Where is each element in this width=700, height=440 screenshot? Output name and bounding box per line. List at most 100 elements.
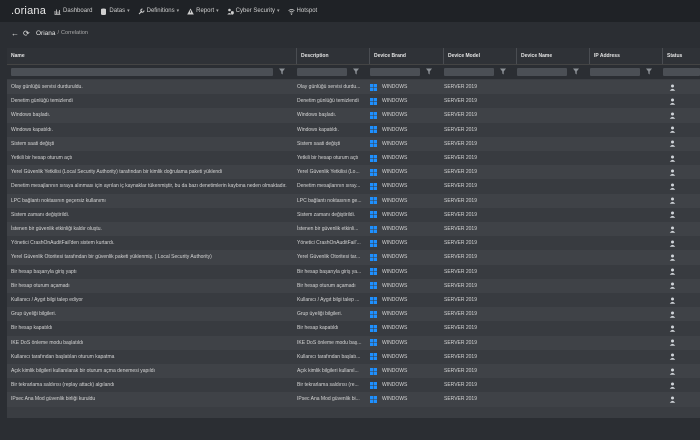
ip-address-filter-input[interactable] (590, 68, 640, 76)
nav-datas[interactable]: Datas ▾ (100, 8, 130, 15)
table-row[interactable]: Sistem zamanı değiştirildi. Sistem zamanı… (7, 207, 700, 222)
table-row[interactable]: Denetim günlüğü temizlendi Denetim günlüğ… (7, 94, 700, 109)
nav-definitions[interactable]: Definitions ▾ (138, 8, 179, 15)
refresh-icon[interactable]: ⟳ (23, 29, 33, 38)
table-row[interactable]: Kullanıcı / Aygıt bilgi talep ediyor Kull… (7, 293, 700, 308)
cell-status[interactable] (669, 350, 689, 364)
table-row[interactable]: Yetkili bir hesap oturum açtı Yetkili bir… (7, 151, 700, 166)
cell-device-brand: WINDOWS (370, 236, 441, 250)
cell-name: Windows kapatıldı. (11, 126, 53, 133)
cell-status[interactable] (669, 194, 689, 208)
filter-row (7, 65, 700, 79)
column-header-ip-address[interactable]: IP Address (589, 48, 662, 64)
cell-status[interactable] (669, 123, 689, 137)
status-filter-input[interactable] (663, 68, 700, 76)
nav-report[interactable]: Report ▾ (187, 8, 219, 15)
table-row[interactable]: Windows kapatıldı. Windows kapatıldı. WIND… (7, 122, 700, 137)
table-row[interactable]: Bir tekrarlama saldırısı (replay attack)… (7, 378, 700, 393)
cell-status[interactable] (669, 80, 689, 94)
breadcrumb-app[interactable]: Oriana (36, 30, 56, 37)
cell-status[interactable] (669, 321, 689, 335)
cell-device-model: SERVER 2019 (444, 140, 477, 147)
device-name-filter-input[interactable] (517, 68, 567, 76)
table-row[interactable]: Yerel Güvenlik Otoritesi tarafından bir … (7, 250, 700, 265)
nav-hotspot[interactable]: Hotspot (287, 8, 317, 15)
cell-status[interactable] (669, 392, 689, 406)
column-header-name[interactable]: Name (7, 48, 296, 64)
windows-logo-icon (370, 225, 377, 233)
user-status-icon (669, 382, 676, 389)
cell-status[interactable] (669, 378, 689, 392)
device-brand-text: WINDOWS (382, 98, 408, 105)
table-row[interactable]: Bir hesap oturum açamadı Bir hesap oturum… (7, 278, 700, 293)
cell-status[interactable] (669, 137, 689, 151)
cell-device-model: SERVER 2019 (444, 211, 477, 218)
table-row[interactable]: Olay günlüğü servisi durduruldu. Olay gün… (7, 80, 700, 95)
filter-icon[interactable] (426, 68, 432, 75)
cell-status[interactable] (669, 179, 689, 193)
table-row[interactable]: LPC bağlantı noktasının geçersiz kullanı… (7, 193, 700, 208)
table-row[interactable]: Bir hesap kapatıldı Bir hesap kapatıldı WI… (7, 321, 700, 336)
cell-status[interactable] (669, 151, 689, 165)
cell-status[interactable] (669, 165, 689, 179)
windows-logo-icon (370, 339, 377, 347)
column-header-description[interactable]: Description (296, 48, 369, 64)
filter-icon[interactable] (353, 68, 359, 75)
app-logo[interactable]: .oriana (11, 5, 46, 17)
table-row[interactable]: Yerel Güvenlik Yetkilisi (Local Security… (7, 165, 700, 180)
cell-status[interactable] (669, 307, 689, 321)
table-row[interactable]: Sistem saati değişti Sistem saati değişti… (7, 136, 700, 151)
user-status-icon (669, 254, 676, 261)
table-row[interactable]: IPsec Ana Mod güvenlik birliği kuruldu IP… (7, 392, 700, 407)
table-row[interactable]: Kullanıcı tarafından başlatılan oturum k… (7, 349, 700, 364)
cell-device-brand: WINDOWS (370, 222, 441, 236)
cell-name: Bir hesap oturum açamadı (11, 282, 70, 289)
device-model-filter-input[interactable] (444, 68, 494, 76)
cell-status[interactable] (669, 250, 689, 264)
nav-cyber-security[interactable]: Cyber Security ▾ (226, 8, 280, 15)
correlation-grid: Name Description Device Brand Device Mod… (7, 48, 700, 418)
filter-icon[interactable] (279, 68, 285, 75)
table-row[interactable]: Açık kimlik bilgileri kullanılarak bir o… (7, 364, 700, 379)
table-row[interactable]: Bir hesap başarıyla giriş yaptı Bir hesap… (7, 264, 700, 279)
cell-status[interactable] (669, 364, 689, 378)
user-status-icon (669, 112, 676, 119)
table-row[interactable]: İstenen bir güvenlik etkinliği kaldır ol… (7, 222, 700, 237)
cell-status[interactable] (669, 108, 689, 122)
cell-status[interactable] (669, 293, 689, 307)
cell-description: Grup üyeliği bilgileri. (297, 311, 343, 318)
cell-description: Yerel Güvenlik Yetkilisi (Lo... (297, 169, 360, 176)
device-brand-text: WINDOWS (382, 382, 408, 389)
device-brand-text: WINDOWS (382, 311, 408, 318)
column-header-status[interactable]: Status (662, 48, 700, 64)
cell-status[interactable] (669, 222, 689, 236)
cell-status[interactable] (669, 336, 689, 350)
table-row[interactable]: Denetim mesajlarının sıraya alınması içi… (7, 179, 700, 194)
table-row[interactable]: Yönetici CrashOnAuditFail'den sistem kur… (7, 236, 700, 251)
filter-icon[interactable] (646, 68, 652, 75)
filter-icon[interactable] (573, 68, 579, 75)
cell-device-brand: WINDOWS (370, 194, 441, 208)
cell-status[interactable] (669, 236, 689, 250)
cell-status[interactable] (669, 94, 689, 108)
back-arrow-icon[interactable]: ← (11, 29, 21, 38)
cell-status[interactable] (669, 279, 689, 293)
table-row[interactable]: IKE DoS önleme modu başlatıldı IKE DoS ön… (7, 335, 700, 350)
description-filter-input[interactable] (297, 68, 347, 76)
table-row[interactable]: Windows başladı. Windows başladı. WINDOWS S… (7, 108, 700, 123)
column-header-device-model[interactable]: Device Model (443, 48, 516, 64)
name-filter-input[interactable] (11, 68, 273, 76)
device-brand-filter-input[interactable] (370, 68, 420, 76)
column-header-device-name[interactable]: Device Name (516, 48, 589, 64)
cell-name: Bir tekrarlama saldırısı (replay attack)… (11, 382, 115, 389)
column-header-device-brand[interactable]: Device Brand (369, 48, 443, 64)
cell-status[interactable] (669, 265, 689, 279)
cell-device-brand: WINDOWS (370, 350, 441, 364)
cell-name: Kullanıcı / Aygıt bilgi talep ediyor (11, 297, 83, 304)
cell-device-model: SERVER 2019 (444, 353, 477, 360)
nav-dashboard[interactable]: Dashboard (54, 8, 92, 15)
table-row[interactable]: Grup üyeliği bilgileri. Grup üyeliği bilg… (7, 307, 700, 322)
cell-name: Yetkili bir hesap oturum açtı (11, 155, 73, 162)
filter-icon[interactable] (500, 68, 506, 75)
cell-status[interactable] (669, 208, 689, 222)
